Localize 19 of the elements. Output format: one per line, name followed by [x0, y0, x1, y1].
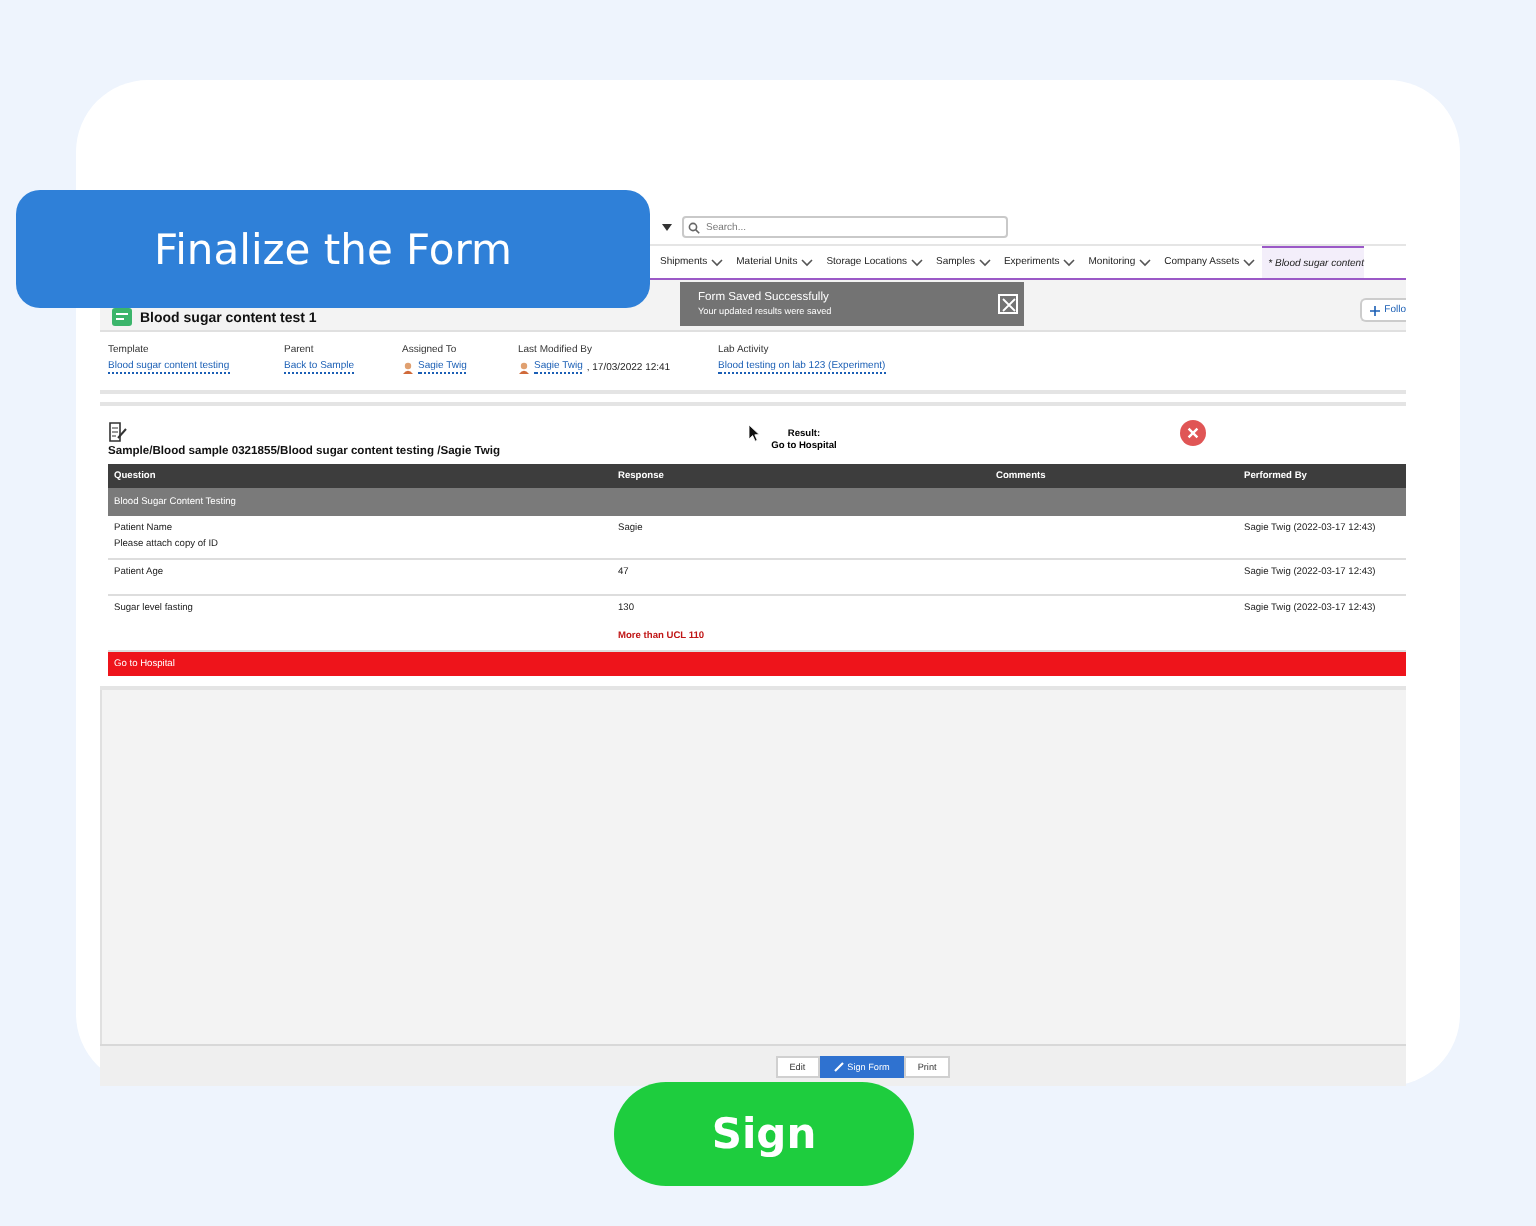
record-icon [112, 308, 132, 326]
plus-icon [1370, 305, 1381, 315]
close-icon [1001, 297, 1015, 311]
pencil-icon [833, 1061, 844, 1071]
user-avatar-icon [518, 361, 530, 373]
close-button[interactable] [998, 294, 1018, 314]
chevron-icon [1062, 256, 1077, 268]
chevron-icon [710, 256, 725, 268]
cursor-icon [748, 424, 760, 442]
callout-banner: Finalize the Form [16, 190, 650, 308]
chevron-icon [977, 256, 992, 268]
document-edit-icon [108, 422, 128, 442]
chevron-icon [1242, 256, 1257, 268]
user-avatar-icon [402, 361, 414, 373]
chevron-icon [1138, 256, 1153, 268]
search-icon [688, 221, 700, 233]
caret-icon [661, 223, 671, 231]
chevron-icon [910, 256, 925, 268]
chevron-icon [800, 256, 815, 268]
